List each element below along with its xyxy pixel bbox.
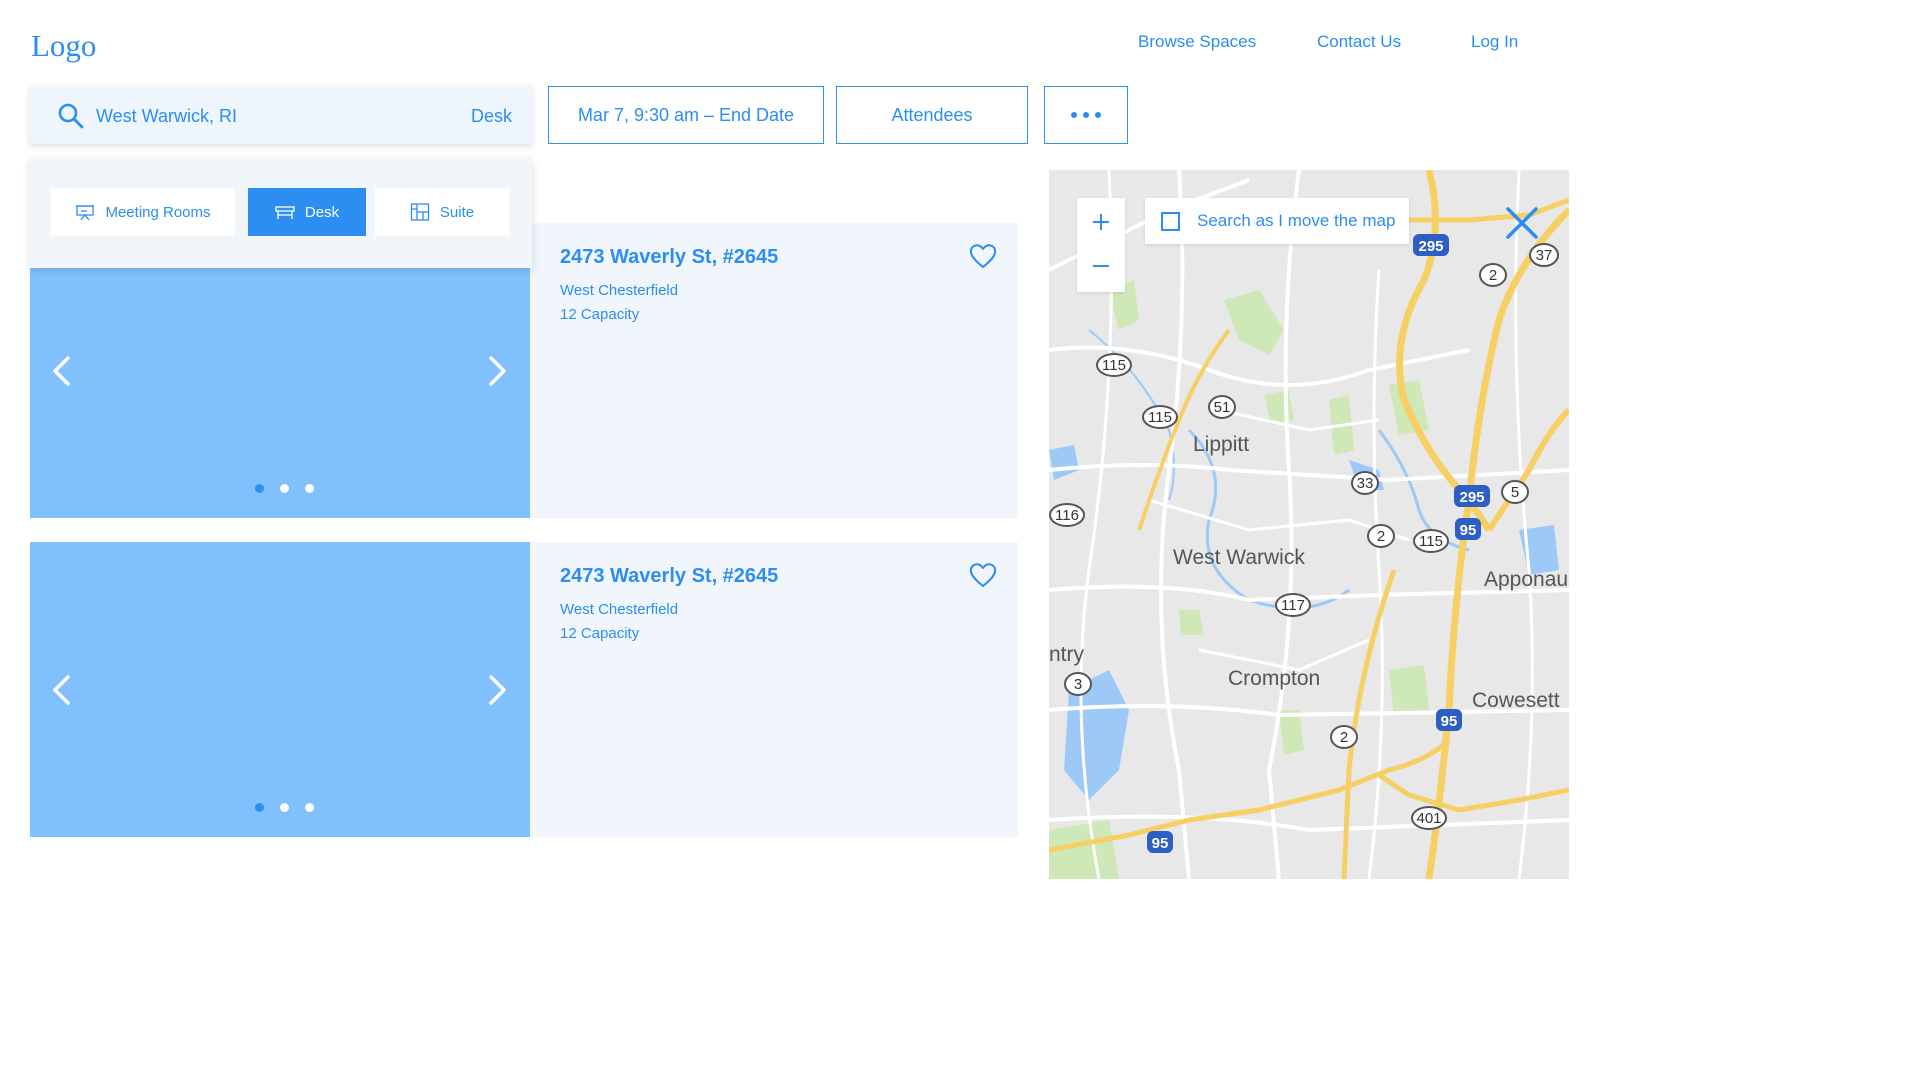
nav-contact-us[interactable]: Contact Us bbox=[1317, 32, 1401, 52]
map-tiles: 295 2 37 115 51 115 33 295 5 116 95 2 11… bbox=[1049, 170, 1569, 879]
search-space-type[interactable]: Desk bbox=[471, 106, 512, 127]
nav-browse-spaces[interactable]: Browse Spaces bbox=[1138, 32, 1256, 52]
listing-location: West Chesterfield bbox=[560, 282, 679, 299]
space-type-panel: Meeting Rooms Desk Suite bbox=[30, 158, 532, 268]
carousel-dot[interactable] bbox=[255, 803, 264, 812]
chevron-left-icon[interactable] bbox=[50, 355, 74, 387]
zoom-in-button[interactable] bbox=[1077, 200, 1125, 244]
zoom-controls bbox=[1077, 198, 1125, 292]
map-place-label: ntry bbox=[1049, 643, 1085, 666]
search-as-move-label: Search as I move the map bbox=[1197, 211, 1396, 230]
listing-photo bbox=[30, 542, 530, 837]
listing-capacity: 12 Capacity bbox=[560, 306, 640, 323]
carousel-dot[interactable] bbox=[305, 484, 314, 493]
plus-icon bbox=[1093, 214, 1109, 230]
search-icon bbox=[58, 103, 84, 129]
attendees-filter-button[interactable]: Attendees bbox=[836, 86, 1028, 144]
space-type-label: Suite bbox=[439, 203, 475, 221]
zoom-out-button[interactable] bbox=[1077, 244, 1125, 288]
svg-text:295: 295 bbox=[1418, 238, 1443, 255]
svg-text:51: 51 bbox=[1214, 399, 1231, 416]
map-place-label: West Warwick bbox=[1173, 546, 1305, 569]
search-as-move-checkbox[interactable] bbox=[1161, 211, 1180, 231]
heart-icon[interactable] bbox=[969, 562, 997, 588]
svg-text:2: 2 bbox=[1377, 528, 1385, 545]
map-place-label: Apponau bbox=[1484, 568, 1569, 591]
carousel-dot[interactable] bbox=[305, 803, 314, 812]
logo[interactable]: Logo bbox=[31, 28, 96, 64]
presentation-icon bbox=[76, 205, 95, 221]
svg-text:2: 2 bbox=[1489, 267, 1497, 284]
map[interactable]: 295 2 37 115 51 115 33 295 5 116 95 2 11… bbox=[1049, 170, 1569, 879]
svg-text:2: 2 bbox=[1340, 729, 1348, 746]
carousel-dot[interactable] bbox=[280, 484, 289, 493]
chevron-right-icon[interactable] bbox=[485, 674, 509, 706]
svg-text:116: 116 bbox=[1055, 507, 1079, 524]
svg-text:295: 295 bbox=[1459, 489, 1484, 506]
close-icon[interactable] bbox=[1505, 206, 1539, 240]
carousel-dot[interactable] bbox=[255, 484, 264, 493]
svg-text:5: 5 bbox=[1511, 484, 1519, 501]
chevron-left-icon[interactable] bbox=[50, 674, 74, 706]
date-filter-button[interactable]: Mar 7, 9:30 am – End Date bbox=[548, 86, 824, 144]
space-type-suite[interactable]: Suite bbox=[375, 188, 509, 236]
space-type-label: Desk bbox=[304, 203, 340, 221]
search-bar[interactable]: West Warwick, RI Desk bbox=[30, 86, 532, 144]
map-place-label: Lippitt bbox=[1193, 433, 1250, 456]
svg-text:115: 115 bbox=[1419, 533, 1443, 550]
attendees-filter-label: Attendees bbox=[891, 104, 973, 125]
listing-capacity: 12 Capacity bbox=[560, 625, 640, 642]
space-type-desk[interactable]: Desk bbox=[248, 188, 366, 236]
svg-text:401: 401 bbox=[1416, 810, 1441, 827]
space-type-label: Meeting Rooms bbox=[105, 203, 211, 221]
space-type-meeting-rooms[interactable]: Meeting Rooms bbox=[51, 188, 235, 236]
svg-text:95: 95 bbox=[1441, 713, 1458, 730]
svg-text:115: 115 bbox=[1148, 409, 1172, 426]
more-filters-button[interactable] bbox=[1044, 86, 1128, 144]
map-place-label: Crompton bbox=[1228, 667, 1321, 690]
svg-text:3: 3 bbox=[1074, 676, 1082, 693]
search-location[interactable]: West Warwick, RI bbox=[96, 106, 237, 127]
listing-title[interactable]: 2473 Waverly St, #2645 bbox=[560, 246, 778, 269]
listing-card[interactable]: 2473 Waverly St, #2645 West Chesterfield… bbox=[30, 542, 1018, 837]
listing-title[interactable]: 2473 Waverly St, #2645 bbox=[560, 565, 778, 588]
svg-text:33: 33 bbox=[1357, 475, 1374, 492]
map-place-label: Cowesett bbox=[1472, 689, 1560, 712]
floorplan-icon bbox=[410, 203, 430, 221]
svg-text:37: 37 bbox=[1536, 247, 1553, 264]
svg-text:115: 115 bbox=[1102, 357, 1126, 374]
desk-icon bbox=[275, 206, 295, 219]
carousel-dots bbox=[255, 803, 314, 812]
minus-icon bbox=[1093, 265, 1109, 267]
svg-text:95: 95 bbox=[1152, 835, 1169, 852]
carousel-dot[interactable] bbox=[280, 803, 289, 812]
carousel-dots bbox=[255, 484, 314, 493]
more-icon bbox=[1071, 112, 1101, 118]
nav-log-in[interactable]: Log In bbox=[1471, 32, 1518, 52]
heart-icon[interactable] bbox=[969, 243, 997, 269]
svg-text:117: 117 bbox=[1281, 597, 1305, 614]
date-filter-label: Mar 7, 9:30 am – End Date bbox=[577, 104, 795, 125]
search-as-move-toggle[interactable]: Search as I move the map bbox=[1145, 198, 1409, 244]
chevron-right-icon[interactable] bbox=[485, 355, 509, 387]
svg-text:95: 95 bbox=[1460, 522, 1477, 539]
listing-location: West Chesterfield bbox=[560, 601, 679, 618]
